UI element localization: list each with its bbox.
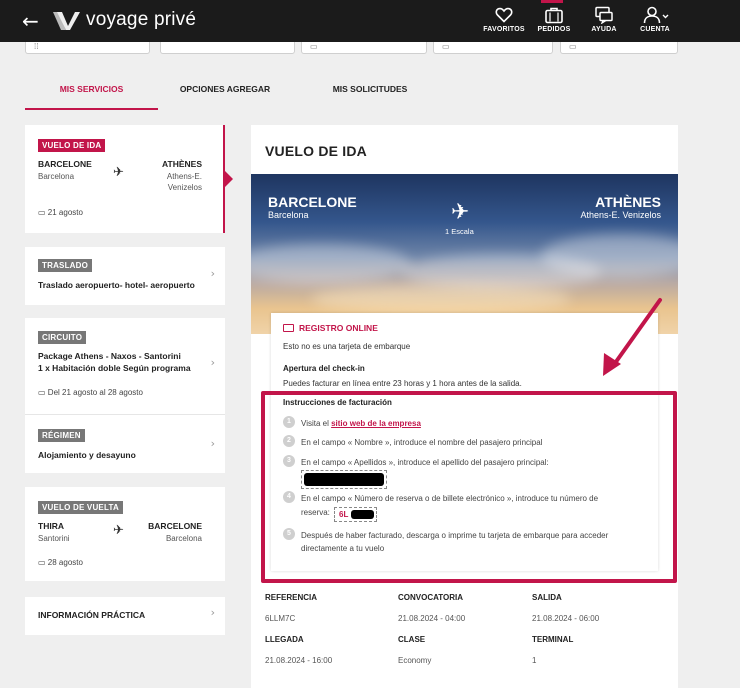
detail-label-salida: SALIDA: [532, 593, 562, 602]
outbound-badge: VUELO DE IDA: [38, 139, 106, 152]
outbound-from-city: BARCELONE: [38, 159, 92, 169]
hero-stops: 1 Escala: [445, 227, 474, 236]
regime-badge: RÉGIMEN: [38, 429, 85, 442]
outbound-flight-card[interactable]: VUELO DE IDA BARCELONE Barcelona ✈ ATHÈN…: [25, 125, 225, 233]
transfer-badge: TRASLADO: [38, 259, 93, 272]
cuenta-label: CUENTA: [640, 26, 670, 33]
inbound-from-city: THIRA: [38, 521, 64, 531]
outbound-to-city: ATHÈNES: [162, 159, 202, 169]
detail-label-llegada: LLEGADA: [265, 635, 304, 644]
boarding-pass-icon: [283, 324, 294, 332]
outbound-from-sub: Barcelona: [38, 172, 75, 181]
circuit-badge: CIRCUITO: [38, 331, 87, 344]
cuenta-button[interactable]: CUENTA: [630, 6, 680, 33]
circuit-card[interactable]: CIRCUITO Package Athens - Naxos - Santor…: [25, 318, 225, 473]
practical-info-title: INFORMACIÓN PRÁCTICA: [38, 610, 146, 620]
inbound-to-sub: Barcelona: [165, 534, 202, 543]
transfer-title: Traslado aeropuerto- hotel- aeropuerto: [38, 280, 195, 290]
airplane-icon: ✈: [113, 165, 124, 180]
ayuda-label: AYUDA: [591, 26, 617, 33]
inbound-flight-card[interactable]: VUELO DE VUELTA THIRA Santorini ✈ BARCEL…: [25, 487, 225, 581]
heart-icon: [495, 7, 513, 23]
hero-destination-sub: Athens-E. Venizelos: [580, 210, 661, 220]
detail-label-convocatoria: CONVOCATORIA: [398, 593, 464, 602]
active-nav-indicator: [541, 0, 563, 3]
person-icon: ▭: [569, 42, 577, 51]
hero-origin-city: BARCELONE: [268, 194, 357, 210]
hero-origin-sub: Barcelona: [268, 210, 309, 220]
checkin-header: REGISTRO ONLINE: [283, 323, 378, 333]
outbound-to-sub-1: Athens-E.: [166, 172, 202, 181]
back-arrow-icon[interactable]: ←: [22, 9, 39, 33]
inbound-badge: VUELO DE VUELTA: [38, 501, 123, 514]
favoritos-label: FAVORITOS: [483, 26, 525, 33]
inbound-from-sub: Santorini: [38, 534, 70, 543]
services-tabs: MIS SERVICIOS OPCIONES AGREGAR MIS SOLIC…: [25, 70, 678, 110]
favoritos-button[interactable]: FAVORITOS: [479, 6, 529, 33]
detail-label-clase: CLASE: [398, 635, 426, 644]
calendar-icon: ▭: [442, 42, 450, 51]
detail-value-referencia: 6LLM7C: [265, 614, 296, 623]
calendar-icon: ▭: [38, 388, 46, 397]
top-navigation-bar: ← voyage privé FAVORITOS PEDIDOS AYUDA C…: [0, 0, 740, 42]
page-title: VUELO DE IDA: [265, 143, 367, 159]
detail-value-terminal: 1: [532, 656, 537, 665]
outbound-date: ▭ 21 agosto: [38, 208, 83, 217]
search-field-date-start[interactable]: ▭: [301, 42, 427, 54]
regime-title: Alojamiento y desayuno: [38, 450, 136, 460]
circuit-date: ▭ Del 21 agosto al 28 agosto: [38, 388, 143, 397]
detail-value-llegada: 21.08.2024 - 16:00: [265, 656, 333, 665]
practical-info-card[interactable]: INFORMACIÓN PRÁCTICA ›: [25, 597, 225, 635]
selected-card-pointer: [224, 170, 233, 188]
users-icon: ⁞⁞: [34, 42, 39, 51]
help-chat-icon: [595, 6, 613, 24]
circuit-title-line2: 1 x Habitación doble Según programa: [38, 363, 191, 373]
tab-opciones-agregar[interactable]: OPCIONES AGREGAR: [165, 70, 285, 110]
briefcase-icon: [545, 7, 563, 24]
chevron-right-icon: ›: [210, 437, 215, 450]
search-field-date-end[interactable]: ▭: [433, 42, 553, 54]
checkin-opening-text: Puedes facturar en línea entre 23 horas …: [283, 379, 522, 388]
search-field-travelers[interactable]: ▭: [560, 42, 678, 54]
tab-mis-servicios[interactable]: MIS SERVICIOS: [25, 70, 158, 110]
detail-value-clase: Economy: [398, 656, 432, 665]
divider: [25, 414, 225, 415]
outbound-to-sub-2: Venizelos: [167, 183, 202, 192]
hero-destination-city: ATHÈNES: [595, 194, 661, 210]
chevron-right-icon: ›: [210, 267, 215, 280]
chevron-right-icon: ›: [210, 356, 215, 369]
detail-label-referencia: REFERENCIA: [265, 593, 318, 602]
circuit-title-line1: Package Athens - Naxos - Santorini: [38, 351, 181, 361]
flight-hero-banner: BARCELONE Barcelona ✈ 1 Escala ATHÈNES A…: [251, 174, 678, 334]
transfer-card[interactable]: TRASLADO Traslado aeropuerto- hotel- aer…: [25, 247, 225, 305]
checkin-opening-title: Apertura del check-in: [283, 364, 365, 373]
checkin-note: Esto no es una tarjeta de embarque: [283, 342, 411, 351]
calendar-icon: ▭: [310, 42, 318, 51]
pedidos-button[interactable]: PEDIDOS: [529, 6, 579, 33]
search-field-origin[interactable]: [160, 42, 295, 54]
detail-value-convocatoria: 21.08.2024 - 04:00: [398, 614, 466, 623]
detail-label-terminal: TERMINAL: [532, 635, 574, 644]
annotation-highlight-box: [261, 391, 677, 583]
tab-mis-solicitudes[interactable]: MIS SOLICITUDES: [305, 70, 435, 110]
detail-value-salida: 21.08.2024 - 06:00: [532, 614, 600, 623]
calendar-icon: ▭: [38, 558, 46, 567]
pedidos-label: PEDIDOS: [537, 26, 571, 33]
inbound-date: ▭ 28 agosto: [38, 558, 83, 567]
inbound-to-city: BARCELONE: [148, 521, 202, 531]
airplane-icon: ✈: [113, 523, 124, 538]
chevron-right-icon: ›: [210, 606, 215, 619]
search-field-destination[interactable]: ⁞⁞: [25, 42, 150, 54]
brand-name[interactable]: voyage privé: [86, 9, 196, 31]
calendar-icon: ▭: [38, 208, 46, 217]
ayuda-button[interactable]: AYUDA: [579, 6, 629, 33]
voyage-prive-logo-icon[interactable]: [52, 10, 82, 32]
airplane-icon: ✈: [451, 200, 470, 225]
chevron-down-icon: [662, 14, 669, 19]
user-icon: [643, 6, 669, 24]
